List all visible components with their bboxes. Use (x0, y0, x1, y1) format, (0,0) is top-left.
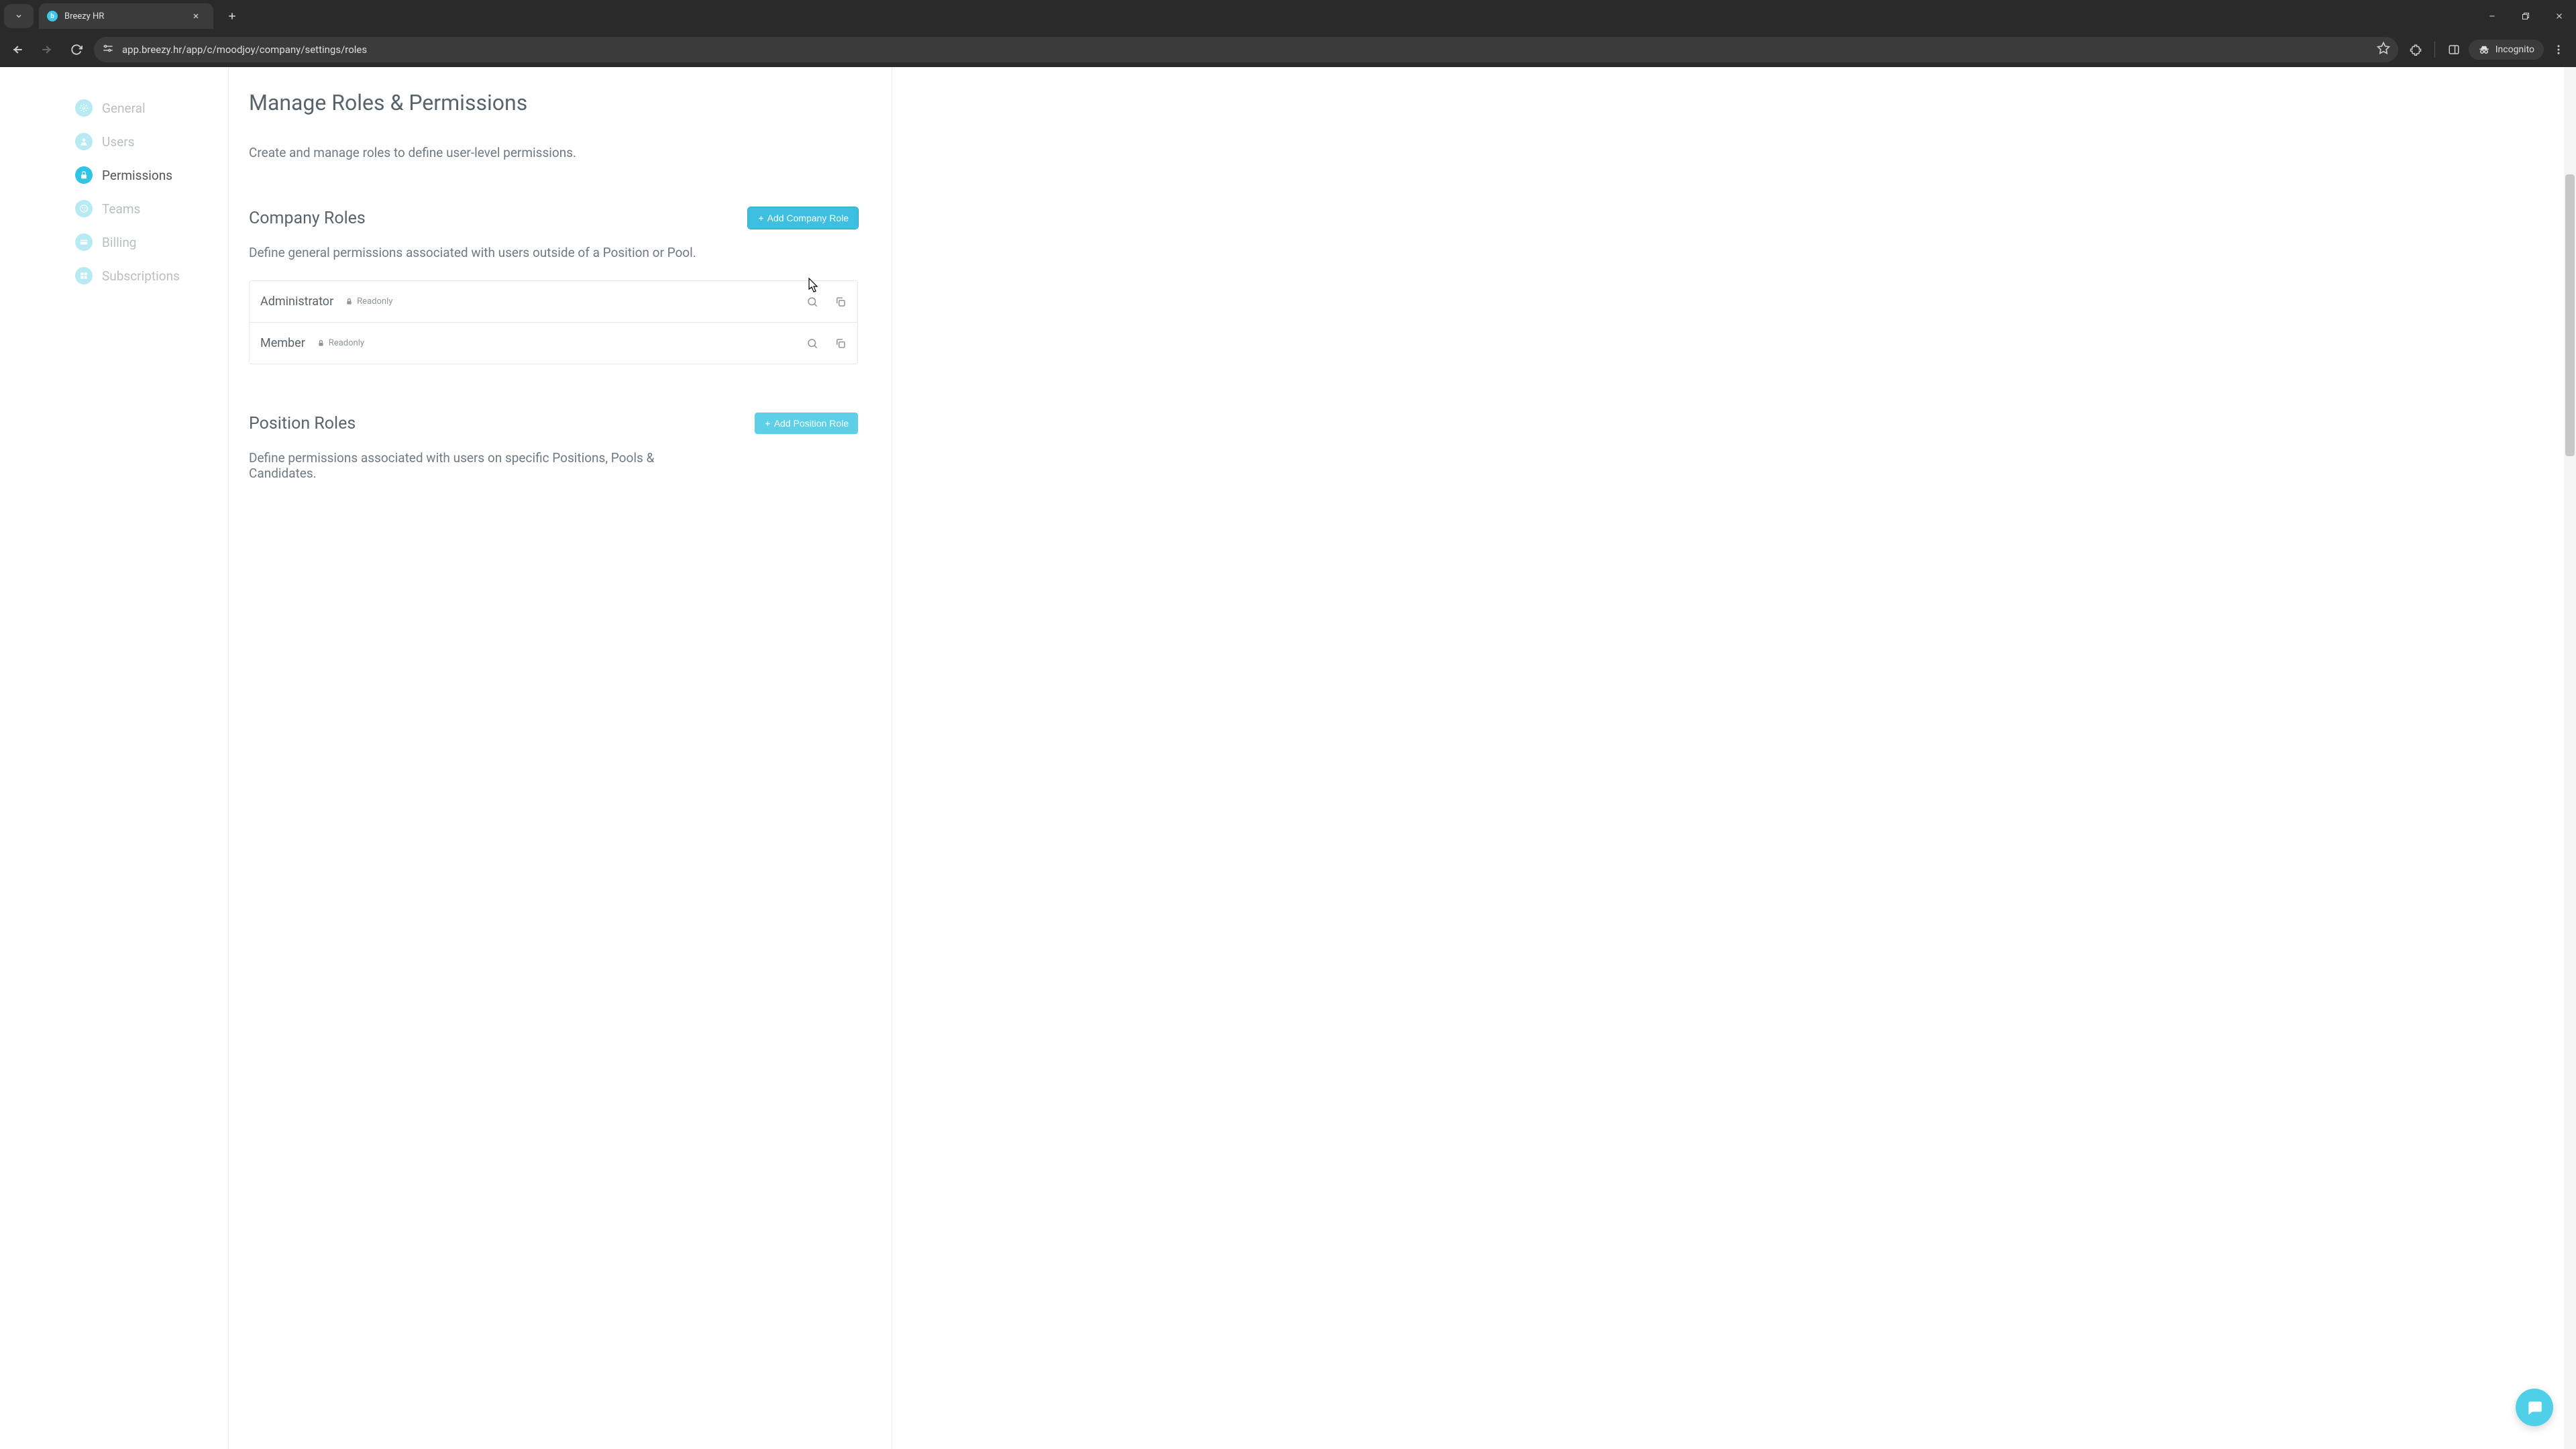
teams-icon (75, 200, 93, 217)
view-role-icon[interactable] (806, 337, 818, 350)
maximize-button[interactable] (2509, 0, 2542, 32)
position-roles-subtitle: Define permissions associated with users… (249, 450, 718, 481)
window-controls (2475, 0, 2576, 32)
company-roles-header: Company Roles Add Company Role (249, 207, 858, 229)
role-row-member[interactable]: Member Readonly (250, 323, 857, 364)
new-tab-button[interactable] (223, 7, 241, 25)
tab-search-dropdown[interactable] (4, 4, 34, 28)
sidebar-item-subscriptions[interactable]: Subscriptions (75, 259, 228, 292)
copy-role-icon[interactable] (835, 337, 847, 350)
lock-icon (345, 298, 353, 305)
incognito-label: Incognito (2496, 44, 2534, 55)
readonly-label: Readonly (357, 297, 392, 307)
lock-icon (75, 166, 93, 184)
titlebar: b Breezy HR (0, 0, 2576, 32)
bookmark-icon[interactable] (2377, 42, 2390, 58)
page-content: General Users Permissions Teams (0, 67, 2576, 1449)
main-panel: Manage Roles & Permissions Create and ma… (228, 67, 892, 1449)
view-role-icon[interactable] (806, 296, 818, 308)
reload-button[interactable] (64, 38, 89, 62)
sidebar-label: Teams (102, 201, 140, 217)
add-position-role-button[interactable]: Add Position Role (755, 413, 858, 434)
company-roles-title: Company Roles (249, 209, 366, 228)
position-roles-title: Position Roles (249, 414, 356, 433)
tab-favicon: b (47, 11, 58, 21)
role-name: Member (260, 336, 305, 350)
readonly-badge: Readonly (345, 297, 392, 307)
urlbar: app.breezy.hr/app/c/moodjoy/company/sett… (0, 32, 2576, 67)
settings-sidebar: General Users Permissions Teams (0, 67, 228, 1449)
copy-role-icon[interactable] (835, 296, 847, 308)
sidepanel-button[interactable] (2442, 38, 2466, 62)
tab-close-button[interactable] (189, 9, 203, 23)
scrollbar-track[interactable] (2564, 67, 2576, 1449)
close-window-button[interactable] (2542, 0, 2576, 32)
url-text: app.breezy.hr/app/c/moodjoy/company/sett… (122, 44, 2369, 56)
user-icon (75, 133, 93, 150)
sidebar-item-users[interactable]: Users (75, 125, 228, 158)
add-company-role-button[interactable]: Add Company Role (748, 207, 858, 229)
back-button[interactable] (5, 38, 30, 62)
position-roles-header: Position Roles Add Position Role (249, 413, 858, 434)
minimize-button[interactable] (2475, 0, 2509, 32)
readonly-badge: Readonly (317, 338, 364, 348)
gear-icon (75, 99, 93, 117)
add-position-role-label: Add Position Role (774, 418, 849, 429)
sidebar-label: Subscriptions (102, 268, 180, 284)
sidebar-item-billing[interactable]: Billing (75, 225, 228, 259)
sidebar-item-permissions[interactable]: Permissions (75, 158, 228, 192)
scrollbar-thumb[interactable] (2565, 174, 2575, 456)
forward-button[interactable] (35, 38, 59, 62)
extensions-button[interactable] (2404, 38, 2428, 62)
sidebar-label: Users (102, 134, 134, 150)
sidebar-label: Billing (102, 235, 136, 250)
role-name: Administrator (260, 294, 333, 309)
sidebar-label: Permissions (102, 168, 172, 183)
company-role-list: Administrator Readonly (249, 280, 858, 364)
url-input[interactable]: app.breezy.hr/app/c/moodjoy/company/sett… (94, 37, 2398, 62)
plus-icon (764, 420, 771, 427)
browser-menu-button[interactable] (2546, 38, 2571, 62)
add-company-role-label: Add Company Role (767, 213, 849, 223)
readonly-label: Readonly (329, 338, 364, 348)
sidebar-label: General (102, 101, 146, 116)
page-subtitle: Create and manage roles to define user-l… (249, 145, 858, 160)
tab-title: Breezy HR (64, 11, 104, 21)
role-row-administrator[interactable]: Administrator Readonly (250, 281, 857, 323)
sidebar-item-teams[interactable]: Teams (75, 192, 228, 225)
lock-icon (317, 339, 325, 347)
sidebar-item-general[interactable]: General (75, 91, 228, 125)
plus-icon (757, 215, 765, 222)
chat-icon (2526, 1399, 2543, 1416)
card-icon (75, 233, 93, 251)
browser-tab[interactable]: b Breezy HR (39, 3, 213, 29)
company-roles-subtitle: Define general permissions associated wi… (249, 245, 858, 260)
incognito-badge[interactable]: Incognito (2469, 40, 2544, 60)
grid-icon (75, 267, 93, 284)
site-settings-icon[interactable] (102, 42, 114, 57)
page-title: Manage Roles & Permissions (249, 90, 858, 115)
chat-widget-button[interactable] (2516, 1389, 2553, 1426)
